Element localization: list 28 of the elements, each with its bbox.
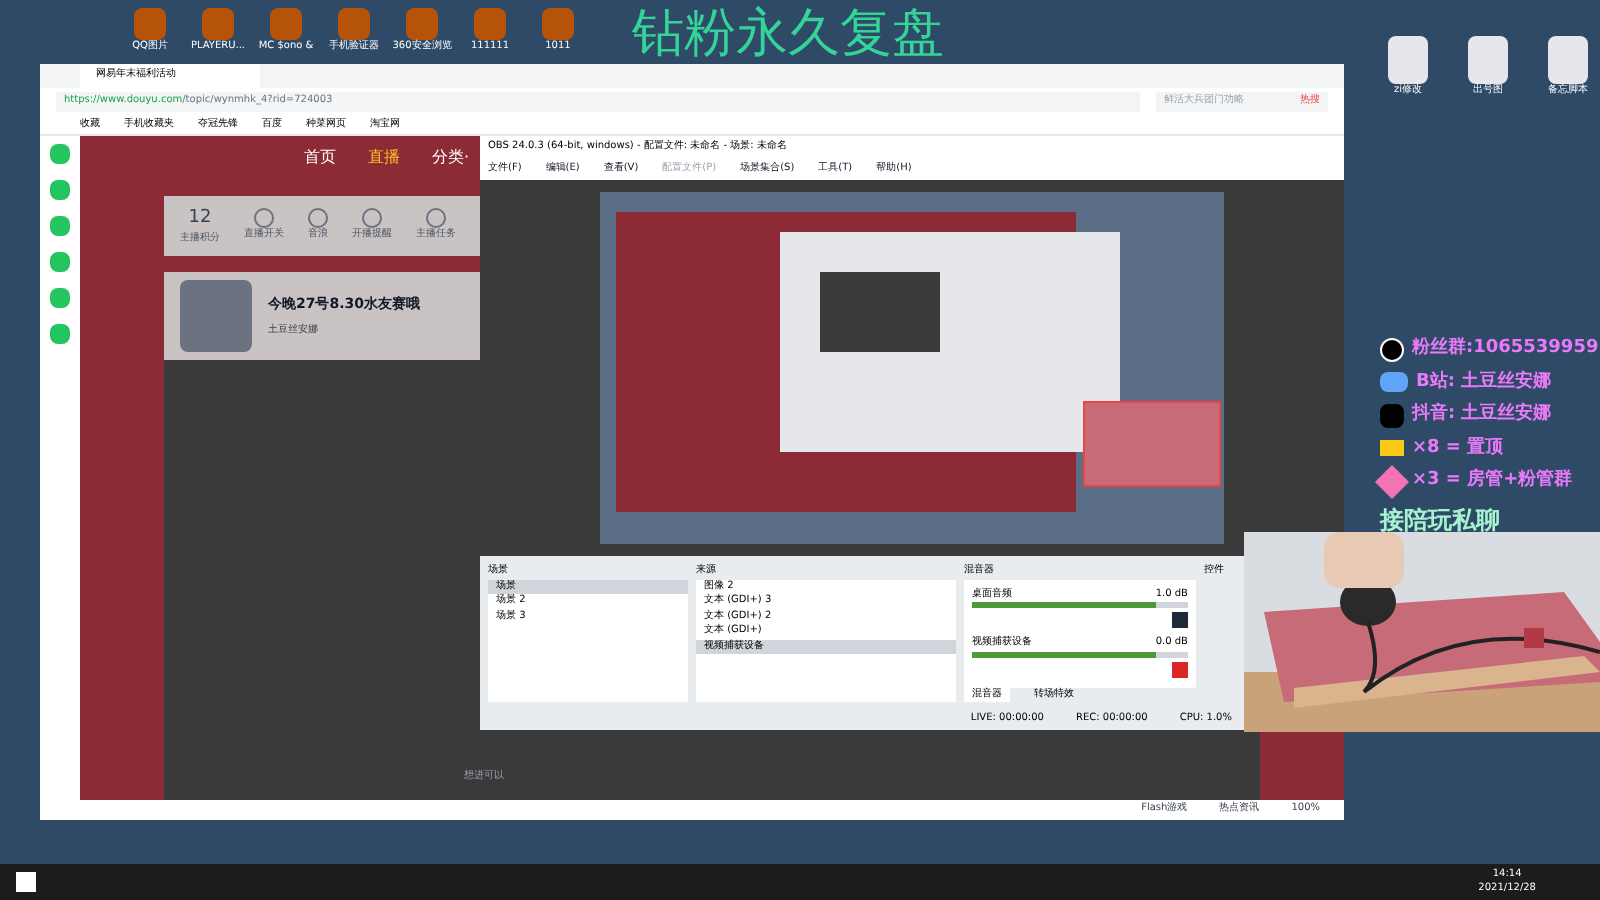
- app-icon[interactable]: [406, 8, 438, 40]
- overlay-text: 接陪玩私聊: [1380, 503, 1500, 537]
- overlay-text: ×8 = 置顶: [1412, 435, 1504, 461]
- start-icon[interactable]: [16, 872, 36, 892]
- stat-icon[interactable]: [308, 208, 328, 229]
- stat-value: 12: [188, 205, 212, 231]
- nav-link[interactable]: 首页: [304, 146, 336, 170]
- ingot-icon: [1380, 440, 1404, 457]
- file-icon[interactable]: [1388, 36, 1428, 84]
- avatar: [180, 280, 252, 352]
- overlay-text: B站: 土豆丝安娜: [1416, 369, 1552, 395]
- app-icon[interactable]: [202, 8, 234, 40]
- nav-link[interactable]: 直播: [368, 146, 400, 170]
- stat-icon[interactable]: [254, 208, 274, 229]
- overlay-text: 粉丝群:1065539959: [1412, 336, 1599, 362]
- nav-link[interactable]: 分类·: [432, 146, 470, 170]
- file-icon[interactable]: [1468, 36, 1508, 84]
- app-icon[interactable]: [542, 8, 574, 40]
- overlay-text: ×3 = 房管+粉管群: [1412, 468, 1573, 494]
- app-icon[interactable]: [134, 8, 166, 40]
- stat-icon[interactable]: [426, 208, 446, 229]
- app-icon[interactable]: [270, 8, 302, 40]
- overlay-title: 钻粉永久复盘: [632, 2, 946, 68]
- app-icon[interactable]: [474, 8, 506, 40]
- overlay-text: 抖音: 土豆丝安娜: [1412, 402, 1552, 428]
- file-icon[interactable]: [1548, 36, 1588, 84]
- app-icon[interactable]: [338, 8, 370, 40]
- stat-icon[interactable]: [362, 208, 382, 229]
